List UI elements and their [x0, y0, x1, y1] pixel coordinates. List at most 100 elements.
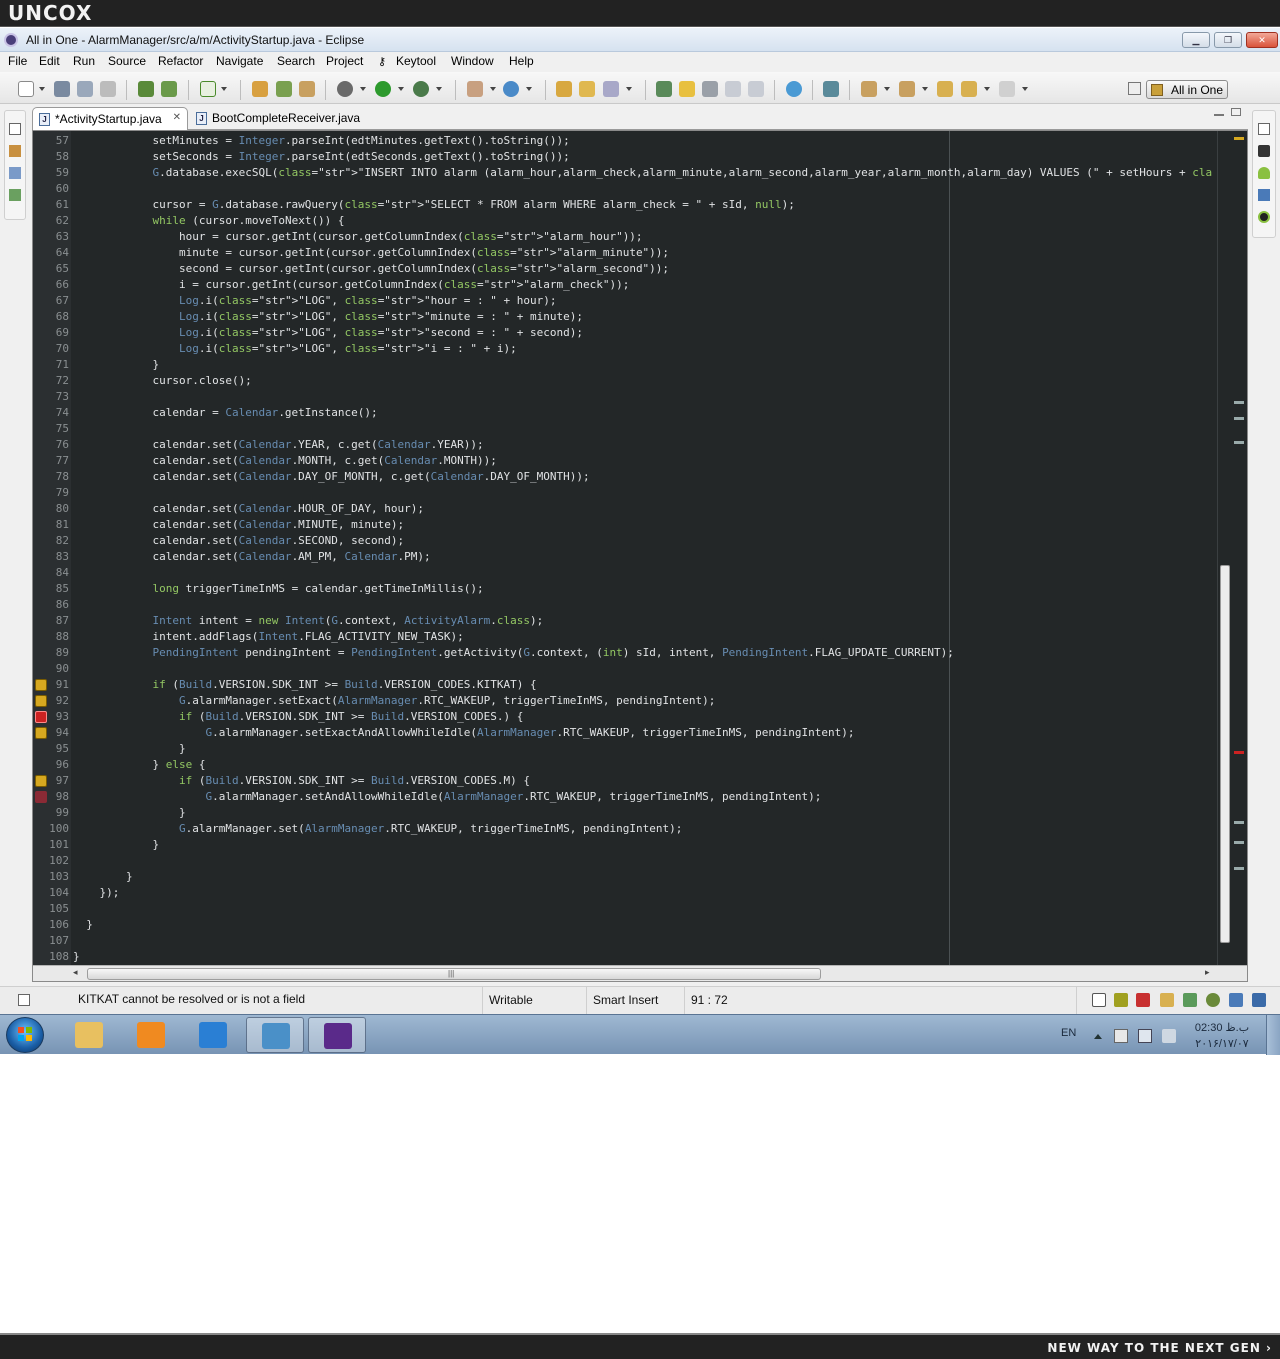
- warning-marker-icon[interactable]: [35, 695, 47, 707]
- problems-icon[interactable]: [1136, 993, 1150, 1007]
- menu-help[interactable]: Help: [509, 54, 534, 68]
- android-sdk-icon[interactable]: [138, 81, 154, 97]
- show-hidden-icons-icon[interactable]: [1094, 1034, 1102, 1039]
- code-line[interactable]: }: [73, 805, 186, 821]
- code-line[interactable]: G.alarmManager.setExactAndAllowWhileIdle…: [73, 725, 854, 741]
- javadoc-icon[interactable]: [1252, 993, 1266, 1007]
- print-icon[interactable]: [100, 81, 116, 97]
- code-line[interactable]: Log.i(class="str">"LOG", class="str">"mi…: [73, 309, 583, 325]
- code-line[interactable]: i = cursor.getInt(cursor.getColumnIndex(…: [73, 277, 629, 293]
- restore-icon[interactable]: [9, 123, 21, 135]
- search-view-icon[interactable]: [1160, 993, 1174, 1007]
- code-line[interactable]: G.database.execSQL(class="str">"INSERT I…: [73, 165, 1213, 181]
- action-center-icon[interactable]: [1114, 1029, 1128, 1043]
- error-marker-icon[interactable]: [35, 711, 47, 723]
- perspective-switcher[interactable]: All in One: [1146, 80, 1228, 99]
- forward-dropdown-icon[interactable]: [1022, 87, 1028, 91]
- layout-icon[interactable]: [1258, 189, 1270, 201]
- run-icon[interactable]: [375, 81, 391, 97]
- open-folder-icon[interactable]: [556, 81, 572, 97]
- code-line[interactable]: } else {: [73, 757, 205, 773]
- vertical-scroll-thumb[interactable]: [1220, 565, 1230, 943]
- show-desktop-button[interactable]: [1266, 1015, 1280, 1055]
- explorer-app[interactable]: [60, 1017, 118, 1053]
- restore-bottom-icon[interactable]: [1092, 993, 1106, 1007]
- code-line[interactable]: hour = cursor.getInt(cursor.getColumnInd…: [73, 229, 643, 245]
- block-selection-icon[interactable]: [702, 81, 718, 97]
- open-resource-icon[interactable]: [299, 81, 315, 97]
- back-icon[interactable]: [961, 81, 977, 97]
- code-line[interactable]: }: [73, 949, 80, 965]
- next-annotation-icon[interactable]: [861, 81, 877, 97]
- error-marker-icon[interactable]: [35, 791, 47, 803]
- task-dropdown-icon[interactable]: [221, 87, 227, 91]
- code-line[interactable]: second = cursor.getInt(cursor.getColumnI…: [73, 261, 669, 277]
- volume-icon[interactable]: [1162, 1029, 1176, 1043]
- clock-time[interactable]: 02:30 ب.ظ: [1192, 1021, 1252, 1034]
- overview-marker[interactable]: [1234, 821, 1244, 824]
- menu-edit[interactable]: Edit: [39, 54, 60, 68]
- scroll-left-icon[interactable]: ◂: [73, 967, 78, 978]
- minimize-button[interactable]: ▁: [1182, 32, 1210, 48]
- menu-search[interactable]: Search: [277, 54, 315, 68]
- chrome-app[interactable]: [246, 1017, 304, 1053]
- debug-dropdown-icon[interactable]: [360, 87, 366, 91]
- new-dropdown-icon[interactable]: [39, 87, 45, 91]
- hierarchy-view-icon[interactable]: [9, 189, 21, 201]
- language-indicator[interactable]: EN: [1061, 1027, 1076, 1039]
- code-line[interactable]: intent.addFlags(Intent.FLAG_ACTIVITY_NEW…: [73, 629, 463, 645]
- internet-explorer-app[interactable]: [184, 1017, 242, 1053]
- android-icon[interactable]: [1258, 167, 1270, 179]
- code-editor[interactable]: 57 58 59 60 61 62 63 64 65 66 67 68 69 70 71 72 73 74 75 76…: [32, 130, 1248, 982]
- toggle-mark-occurrences-icon[interactable]: [656, 81, 672, 97]
- start-button[interactable]: [6, 1017, 44, 1053]
- code-line[interactable]: Intent intent = new Intent(G.context, Ac…: [73, 613, 543, 629]
- forward-icon[interactable]: [999, 81, 1015, 97]
- highlight-icon[interactable]: [679, 81, 695, 97]
- code-line[interactable]: if (Build.VERSION.SDK_INT >= Build.VERSI…: [73, 773, 530, 789]
- code-line[interactable]: G.alarmManager.set(AlarmManager.RTC_WAKE…: [73, 821, 682, 837]
- code-line[interactable]: }: [73, 357, 159, 373]
- code-line[interactable]: long triggerTimeInMS = calendar.getTimeI…: [73, 581, 483, 597]
- maximize-button[interactable]: ❐: [1214, 32, 1242, 48]
- code-line[interactable]: calendar.set(Calendar.HOUR_OF_DAY, hour)…: [73, 501, 424, 517]
- code-line[interactable]: G.alarmManager.setAndAllowWhileIdle(Alar…: [73, 789, 821, 805]
- code-line[interactable]: PendingIntent pendingIntent = PendingInt…: [73, 645, 953, 661]
- close-icon[interactable]: ✕: [173, 112, 181, 123]
- code-line[interactable]: setSeconds = Integer.parseInt(edtSeconds…: [73, 149, 569, 165]
- code-line[interactable]: Log.i(class="str">"LOG", class="str">"i …: [73, 341, 517, 357]
- new-class-dropdown-icon[interactable]: [526, 87, 532, 91]
- logcat-icon[interactable]: [1206, 993, 1220, 1007]
- code-line[interactable]: }: [73, 837, 159, 853]
- previous-annotation-icon[interactable]: [899, 81, 915, 97]
- menu-refactor[interactable]: Refactor: [158, 54, 203, 68]
- new-icon[interactable]: [18, 81, 34, 97]
- menu-navigate[interactable]: Navigate: [216, 54, 263, 68]
- web-browser-icon[interactable]: [786, 81, 802, 97]
- code-line[interactable]: if (Build.VERSION.SDK_INT >= Build.VERSI…: [73, 709, 523, 725]
- menu-source[interactable]: Source: [108, 54, 146, 68]
- code-line[interactable]: calendar.set(Calendar.SECOND, second);: [73, 533, 404, 549]
- code-line[interactable]: setMinutes = Integer.parseInt(edtMinutes…: [73, 133, 569, 149]
- tab-boot-complete-receiver[interactable]: J BootCompleteReceiver.java: [192, 107, 382, 130]
- overview-marker[interactable]: [1234, 441, 1244, 444]
- restore-right-icon[interactable]: [1258, 123, 1270, 135]
- scroll-right-icon[interactable]: ▸: [1205, 967, 1210, 978]
- tasks-icon[interactable]: [1229, 993, 1243, 1007]
- maximize-editor-icon[interactable]: [1231, 108, 1241, 116]
- code-line[interactable]: Log.i(class="str">"LOG", class="str">"ho…: [73, 293, 557, 309]
- last-edit-location-icon[interactable]: [937, 81, 953, 97]
- menu-keytool[interactable]: Keytool: [396, 54, 436, 68]
- device-icon[interactable]: [1258, 145, 1270, 157]
- code-line[interactable]: minute = cursor.getInt(cursor.getColumnI…: [73, 245, 669, 261]
- code-line[interactable]: }: [73, 917, 93, 933]
- previous-annotation-dropdown-icon[interactable]: [922, 87, 928, 91]
- network-icon[interactable]: [1138, 1029, 1152, 1043]
- media-player-app[interactable]: [122, 1017, 180, 1053]
- warning-marker-icon[interactable]: [35, 727, 47, 739]
- overview-ruler[interactable]: [1231, 131, 1247, 965]
- code-line[interactable]: if (Build.VERSION.SDK_INT >= Build.VERSI…: [73, 677, 536, 693]
- open-file-icon[interactable]: [579, 81, 595, 97]
- overview-marker[interactable]: [1234, 401, 1244, 404]
- menu-run[interactable]: Run: [73, 54, 95, 68]
